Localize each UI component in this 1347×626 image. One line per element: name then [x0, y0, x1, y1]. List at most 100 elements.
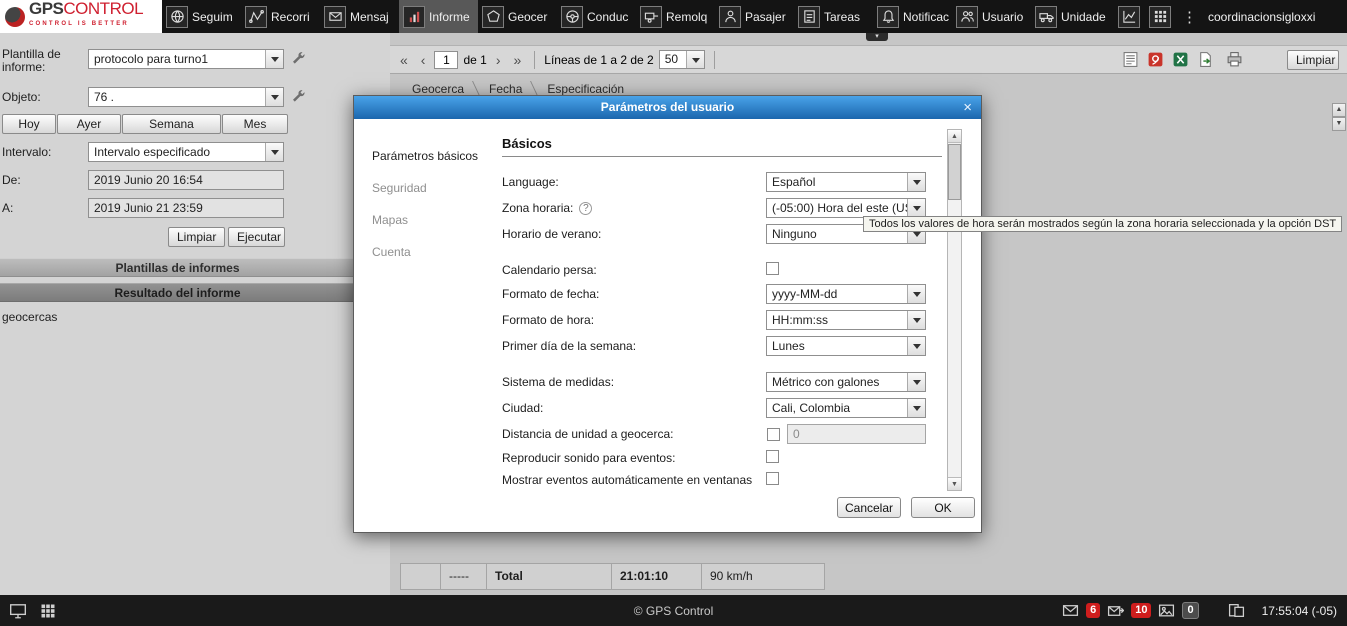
nav-item-tareas[interactable]: Tareas: [794, 0, 873, 33]
dialog-scrollbar[interactable]: ▲ ▼: [947, 129, 962, 491]
today-button[interactable]: Hoy: [2, 114, 56, 134]
report-clear-button[interactable]: Limpiar: [1287, 50, 1339, 70]
report-list-icon[interactable]: [1120, 50, 1140, 70]
week-button[interactable]: Semana: [122, 114, 221, 134]
nav-item-pasajeros[interactable]: Pasajer: [715, 0, 794, 33]
dialog-nav-mapas[interactable]: Mapas: [372, 213, 408, 227]
page-number-input[interactable]: [434, 51, 458, 69]
time-format-select[interactable]: HH:mm:ss: [766, 310, 926, 330]
nav-item-remolques[interactable]: Remolq: [636, 0, 715, 33]
nav-label: Usuario: [982, 10, 1023, 24]
more-menu-icon[interactable]: ⋮: [1180, 8, 1199, 26]
interval-label: Intervalo:: [2, 146, 51, 159]
nav-item-notificaciones[interactable]: Notificac: [873, 0, 952, 33]
timezone-select[interactable]: (-05:00) Hora del este (US: [766, 198, 926, 218]
from-label: De:: [2, 174, 21, 187]
dialog-nav-basicos[interactable]: Parámetros básicos: [372, 149, 478, 163]
field-row-persian-calendar: Calendario persa:: [502, 259, 942, 281]
from-date-input[interactable]: [88, 170, 284, 190]
to-date-input[interactable]: [88, 198, 284, 218]
first-day-select[interactable]: Lunes: [766, 336, 926, 356]
field-row-geofence-distance: Distancia de unidad a geocerca:: [502, 423, 942, 445]
nav-item-mensajes[interactable]: Mensaj: [320, 0, 399, 33]
templates-section-header[interactable]: Plantillas de informes: [0, 258, 355, 277]
ok-button[interactable]: OK: [911, 497, 975, 518]
play-sound-checkbox[interactable]: [766, 450, 779, 463]
notifications-mail-icon[interactable]: [1107, 602, 1124, 619]
header-collapse-chevron-icon[interactable]: ▾: [866, 33, 888, 41]
language-select[interactable]: Español: [766, 172, 926, 192]
nav-item-seguimiento[interactable]: Seguim: [162, 0, 241, 33]
city-select[interactable]: Cali, Colombia: [766, 398, 926, 418]
field-row-language: Language: Español: [502, 171, 942, 193]
export-pdf-icon[interactable]: [1145, 50, 1165, 70]
nav-item-geocercas[interactable]: Geocer: [478, 0, 557, 33]
page-size-select[interactable]: 50: [659, 50, 705, 69]
dialog-nav-cuenta[interactable]: Cuenta: [372, 245, 411, 259]
date-format-value: yyyy-MM-dd: [772, 287, 837, 301]
messages-envelope-icon[interactable]: [1062, 602, 1079, 619]
interval-select[interactable]: Intervalo especificado: [88, 142, 284, 162]
next-page-icon[interactable]: ›: [492, 52, 505, 68]
apps-grid-icon[interactable]: [1149, 6, 1171, 28]
template-select[interactable]: protocolo para turno1: [88, 49, 284, 69]
scroll-up-icon[interactable]: ▲: [1332, 103, 1346, 117]
nav-tools: ⋮ coordinacionsigloxxi: [1118, 0, 1323, 33]
main-nav: Seguim Recorri Mensaj Informe Geocer Con…: [162, 0, 1110, 33]
prev-page-icon[interactable]: ‹: [417, 52, 430, 68]
export-file-icon[interactable]: [1195, 50, 1215, 70]
object-wrench-icon[interactable]: [290, 88, 308, 106]
notifications-count-badge: 10: [1131, 603, 1151, 618]
scroll-down-icon[interactable]: ▼: [948, 477, 961, 490]
nav-item-unidades[interactable]: Unidade: [1031, 0, 1110, 33]
media-photo-icon[interactable]: [1158, 602, 1175, 619]
monitor-icon[interactable]: [9, 602, 27, 620]
status-clock: 17:55:04 (-05): [1262, 604, 1337, 618]
scroll-down-icon[interactable]: ▼: [1332, 117, 1346, 131]
field-row-show-events: Mostrar eventos automáticamente en venta…: [502, 469, 942, 491]
nav-item-recorridos[interactable]: Recorri: [241, 0, 320, 33]
dialog-content: Básicos Language: Español Zona horaria: …: [502, 119, 942, 492]
dialog-nav-seguridad[interactable]: Seguridad: [372, 181, 427, 195]
result-tree-item-geocercas[interactable]: geocercas: [2, 310, 57, 324]
close-icon[interactable]: ×: [963, 96, 972, 119]
statistics-chart-icon[interactable]: [1118, 6, 1140, 28]
template-select-value: protocolo para turno1: [94, 52, 208, 66]
geofence-distance-checkbox[interactable]: [767, 428, 780, 441]
dialog-titlebar[interactable]: Parámetros del usuario ×: [354, 96, 981, 119]
show-events-checkbox[interactable]: [766, 472, 779, 485]
sidebar-clear-button[interactable]: Limpiar: [168, 227, 225, 247]
logo-text: GPSCONTROL CONTROL IS BETTER: [29, 3, 143, 30]
last-page-icon[interactable]: »: [510, 52, 526, 68]
scrollbar-thumb[interactable]: [948, 144, 961, 200]
result-section-header[interactable]: Resultado del informe: [0, 283, 355, 302]
yesterday-button[interactable]: Ayer: [57, 114, 121, 134]
nav-item-usuarios[interactable]: Usuario: [952, 0, 1031, 33]
nav-item-conductores[interactable]: Conduc: [557, 0, 636, 33]
help-icon[interactable]: ?: [579, 202, 592, 215]
geofence-distance-input[interactable]: [787, 424, 926, 444]
quick-range-buttons: Hoy Ayer Semana Mes: [2, 114, 288, 134]
print-icon[interactable]: [1224, 50, 1244, 70]
cancel-button[interactable]: Cancelar: [837, 497, 901, 518]
nav-item-informes[interactable]: Informe: [399, 0, 478, 33]
measure-system-label: Sistema de medidas:: [502, 375, 614, 389]
scroll-up-icon[interactable]: ▲: [948, 130, 961, 143]
execute-button[interactable]: Ejecutar: [228, 227, 285, 247]
first-page-icon[interactable]: «: [396, 52, 412, 68]
first-day-label: Primer día de la semana:: [502, 339, 636, 353]
month-button[interactable]: Mes: [222, 114, 288, 134]
nav-label: Conduc: [587, 10, 628, 24]
date-format-select[interactable]: yyyy-MM-dd: [766, 284, 926, 304]
dashboard-grid-icon[interactable]: [40, 603, 56, 619]
template-wrench-icon[interactable]: [290, 50, 308, 68]
logo[interactable]: GPSCONTROL CONTROL IS BETTER: [0, 0, 162, 33]
measure-system-select[interactable]: Métrico con galones: [766, 372, 926, 392]
persian-calendar-checkbox[interactable]: [766, 262, 779, 275]
username[interactable]: coordinacionsigloxxi: [1208, 10, 1315, 24]
users-icon: [956, 6, 978, 28]
field-row-city: Ciudad: Cali, Colombia: [502, 397, 942, 419]
jobs-cards-icon[interactable]: [1228, 602, 1245, 619]
object-select[interactable]: 76 .: [88, 87, 284, 107]
export-excel-icon[interactable]: [1170, 50, 1190, 70]
